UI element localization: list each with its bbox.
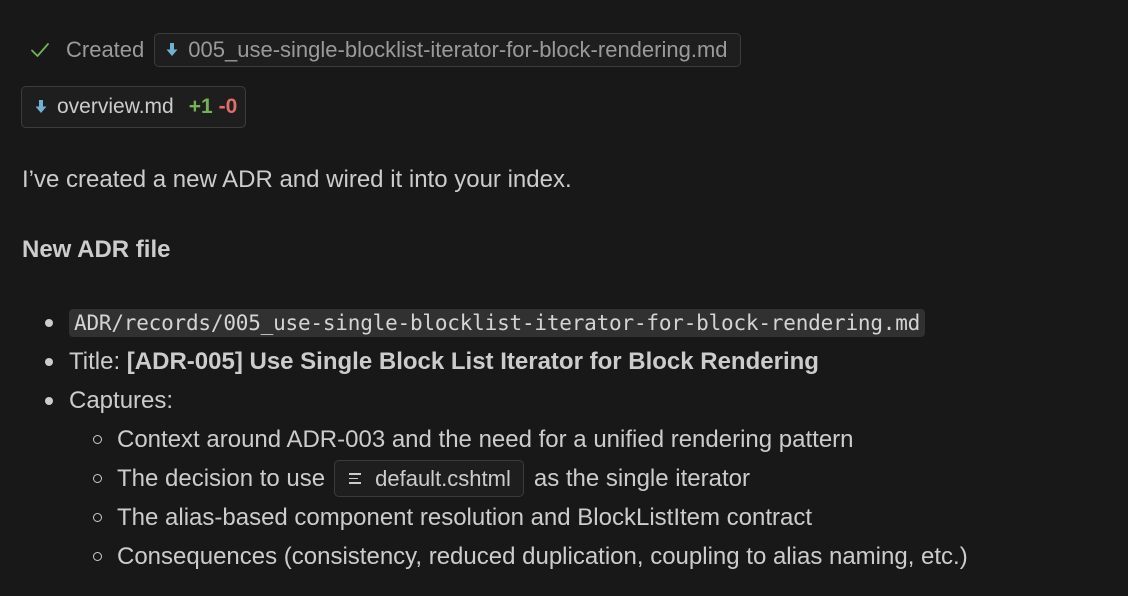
lines-removed-count: -0 bbox=[218, 95, 238, 118]
adr-title: [ADR-005] Use Single Block List Iterator… bbox=[126, 347, 819, 375]
capture-text: Context around ADR-003 and the need for … bbox=[117, 425, 854, 453]
adr-summary-list: ADR/records/005_use-single-blocklist-ite… bbox=[0, 303, 1128, 576]
intro-text: I’ve created a new ADR and wired it into… bbox=[22, 166, 572, 193]
bullet bbox=[45, 358, 53, 366]
changed-file-chip[interactable]: overview.md +1 -0 bbox=[21, 86, 247, 128]
created-status-row: Created 005_use-single-blocklist-iterato… bbox=[30, 32, 741, 68]
title-label: Title: bbox=[69, 347, 121, 375]
sub-list-item: The alias-based component resolution and… bbox=[0, 498, 1128, 537]
file-reference-chip[interactable]: default.cshtml bbox=[334, 460, 524, 497]
changed-file-name: overview.md bbox=[57, 95, 174, 118]
captures-label: Captures: bbox=[69, 386, 174, 414]
section-heading: New ADR file bbox=[22, 236, 171, 263]
file-reference-name: default.cshtml bbox=[375, 465, 511, 491]
bullet bbox=[45, 397, 53, 405]
adr-file-path[interactable]: ADR/records/005_use-single-blocklist-ite… bbox=[69, 308, 926, 337]
bullet bbox=[93, 513, 102, 522]
check-icon bbox=[30, 40, 50, 60]
created-label: Created bbox=[66, 37, 145, 62]
list-item-title: Title: [ADR-005] Use Single Block List I… bbox=[0, 342, 1128, 381]
bullet bbox=[93, 435, 102, 444]
capture-text: The alias-based component resolution and… bbox=[117, 503, 813, 531]
capture-text: Consequences (consistency, reduced dupli… bbox=[117, 542, 968, 570]
bullet bbox=[93, 552, 102, 561]
sub-list-item: The decision to use default.cshtml as th… bbox=[0, 459, 1128, 498]
sub-list-item: Context around ADR-003 and the need for … bbox=[0, 420, 1128, 459]
lines-added-count: +1 bbox=[188, 95, 213, 118]
bullet bbox=[45, 319, 53, 327]
capture-text-before: The decision to use bbox=[117, 464, 326, 492]
created-file-chip[interactable]: 005_use-single-blocklist-iterator-for-bl… bbox=[154, 33, 741, 67]
sub-list-item: Consequences (consistency, reduced dupli… bbox=[0, 537, 1128, 576]
changed-file-row: overview.md +1 -0 bbox=[21, 86, 247, 128]
created-file-name: 005_use-single-blocklist-iterator-for-bl… bbox=[188, 37, 728, 62]
list-item-path: ADR/records/005_use-single-blocklist-ite… bbox=[0, 303, 1128, 342]
file-lines-icon bbox=[349, 472, 362, 486]
markdown-download-icon bbox=[165, 42, 179, 58]
markdown-download-icon bbox=[34, 99, 48, 115]
bullet bbox=[93, 474, 102, 483]
list-item-captures: Captures: bbox=[0, 381, 1128, 420]
capture-text-after: as the single iterator bbox=[533, 464, 750, 492]
